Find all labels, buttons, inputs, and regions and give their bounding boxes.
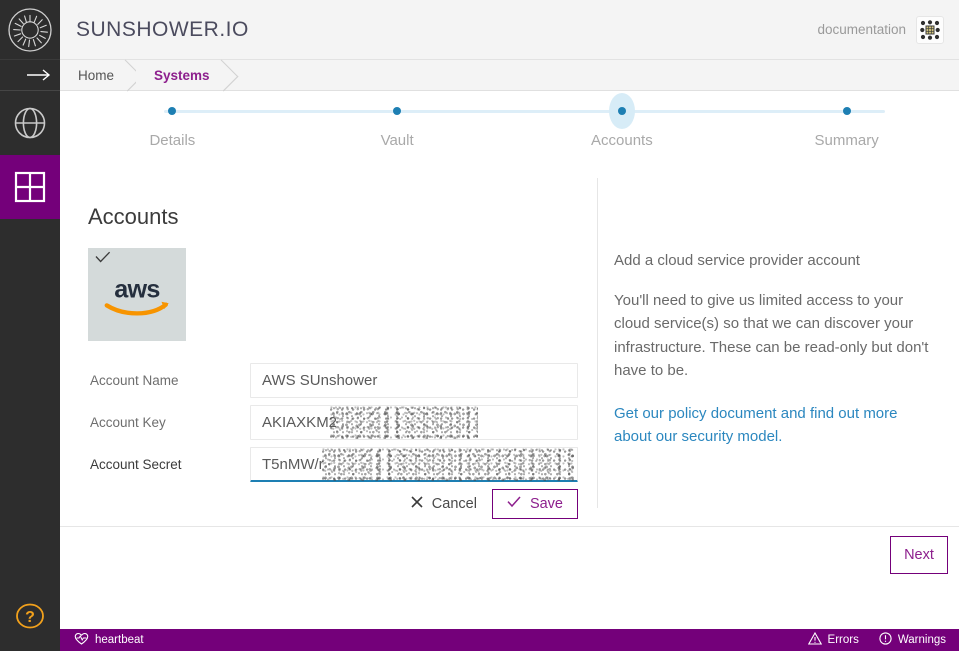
step-dot-wrap [393, 92, 401, 130]
save-label: Save [530, 496, 563, 512]
field-row-account-key: Account Key [88, 405, 597, 440]
status-errors[interactable]: Errors [808, 632, 859, 648]
left-rail: ? [0, 0, 60, 651]
status-bar: heartbeat Errors [60, 629, 959, 651]
cancel-button[interactable]: Cancel [396, 489, 492, 519]
step-summary[interactable]: Summary [734, 92, 959, 149]
page-title: Accounts [88, 204, 597, 230]
account-name-input[interactable] [250, 363, 578, 398]
field-label: Account Secret [88, 457, 250, 472]
save-button[interactable]: Save [492, 489, 578, 519]
errors-label: Errors [828, 634, 859, 646]
aws-logo-icon: aws [101, 273, 173, 316]
grid-icon [14, 171, 46, 203]
field-row-account-name: Account Name [88, 363, 597, 398]
status-heartbeat[interactable]: heartbeat [74, 632, 144, 648]
step-dot [843, 107, 851, 115]
app-logo[interactable] [0, 0, 60, 60]
heart-pulse-icon [74, 632, 89, 648]
svg-text:?: ? [25, 609, 35, 626]
step-dot-wrap [168, 92, 176, 130]
heartbeat-label: heartbeat [95, 634, 144, 646]
field-input-wrap [250, 405, 578, 440]
breadcrumb: Home Systems [60, 60, 959, 91]
app-window: ? SUNSHOWER.IO documentation [0, 0, 959, 651]
next-button[interactable]: Next [890, 536, 948, 574]
step-accounts[interactable]: Accounts [510, 92, 735, 149]
warning-triangle-icon [808, 632, 822, 648]
step-dot [618, 107, 626, 115]
wizard-footer: Next [60, 528, 959, 629]
breadcrumb-item-home[interactable]: Home [60, 60, 136, 90]
step-dot-wrap [618, 92, 626, 130]
policy-document-link[interactable]: Get our policy document and find out mor… [614, 402, 914, 449]
app-title: SUNSHOWER.IO [76, 18, 249, 42]
step-details[interactable]: Details [60, 92, 285, 149]
documentation-link[interactable]: documentation [817, 22, 906, 37]
form-actions: Cancel Save [88, 489, 578, 519]
sidebar-item-systems[interactable] [0, 155, 60, 219]
documentation-grid-icon [919, 19, 941, 41]
step-label: Details [149, 132, 195, 149]
step-label: Summary [815, 132, 879, 149]
status-warnings[interactable]: Warnings [879, 632, 946, 648]
step-vault[interactable]: Vault [285, 92, 510, 149]
exclamation-circle-icon [879, 632, 892, 648]
sidebar-item-globe[interactable] [0, 91, 60, 155]
info-heading: Add a cloud service provider account [614, 252, 939, 269]
status-right-group: Errors Warnings [808, 632, 946, 648]
globe-icon [13, 106, 47, 140]
wizard-stepper: Details Vault Accounts [60, 92, 959, 162]
account-secret-input[interactable] [250, 447, 578, 482]
step-label: Vault [381, 132, 414, 149]
documentation-button[interactable] [916, 16, 944, 44]
info-panel: Add a cloud service provider account You… [598, 164, 959, 526]
field-label: Account Name [88, 373, 250, 388]
field-label: Account Key [88, 415, 250, 430]
provider-tile-aws[interactable]: aws [88, 248, 186, 341]
question-circle-icon: ? [15, 601, 45, 631]
close-icon [411, 496, 423, 512]
warnings-label: Warnings [898, 634, 946, 646]
rail-bottom-strip [0, 629, 60, 651]
sun-logo-icon [7, 7, 53, 53]
field-row-account-secret: Account Secret [88, 447, 597, 482]
header-right-group: documentation [817, 16, 944, 44]
rail-collapse-button[interactable] [0, 60, 60, 91]
step-dot-wrap [843, 92, 851, 130]
step-label: Accounts [591, 132, 653, 149]
info-body: You'll need to give us limited access to… [614, 289, 936, 382]
field-input-wrap [250, 363, 578, 398]
account-key-input[interactable] [250, 405, 578, 440]
top-header: SUNSHOWER.IO documentation [60, 0, 959, 60]
rail-spacer [0, 219, 60, 581]
cancel-label: Cancel [432, 496, 477, 512]
check-icon [507, 496, 521, 512]
check-icon [95, 251, 111, 269]
account-form: Accounts aws Account Name [60, 164, 597, 526]
arrow-right-icon [26, 68, 52, 82]
breadcrumb-item-systems[interactable]: Systems [136, 60, 232, 90]
field-input-wrap [250, 447, 578, 482]
accounts-card: Accounts aws Account Name [60, 164, 959, 527]
svg-text:aws: aws [114, 275, 159, 303]
